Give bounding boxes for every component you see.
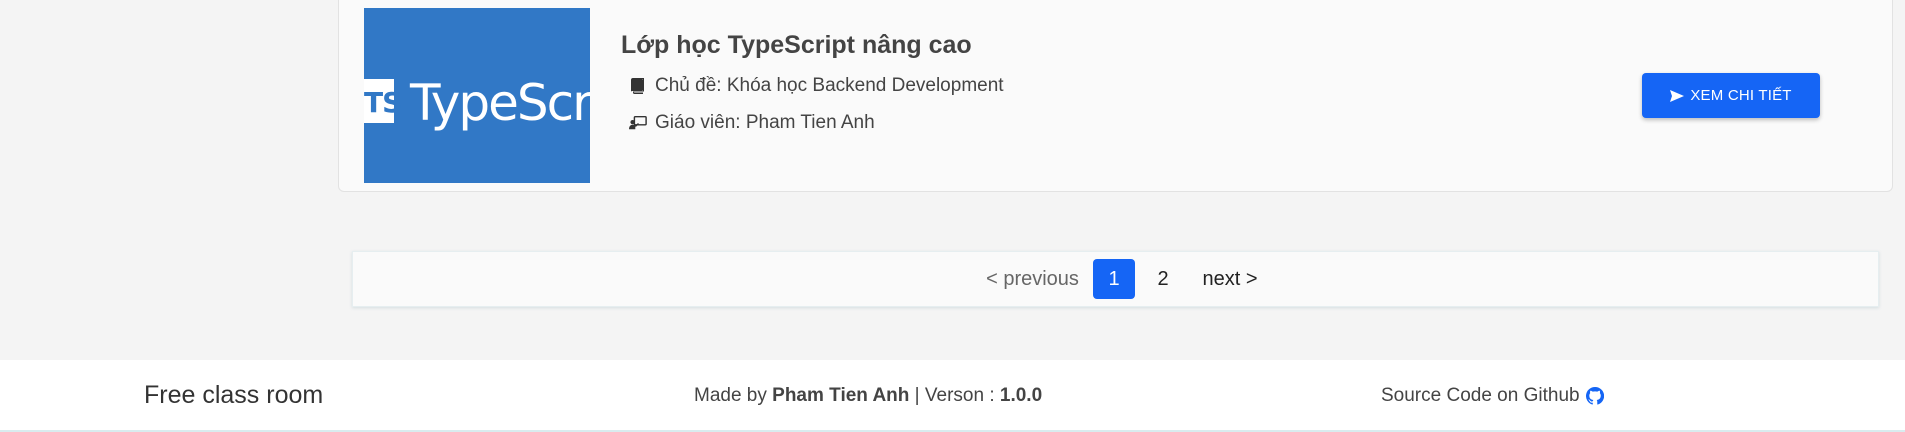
- course-topic: Chủ đề: Khóa học Backend Development: [629, 75, 1004, 97]
- view-detail-label: XEM CHI TIẾT: [1690, 87, 1792, 104]
- version-number: 1.0.0: [999, 385, 1043, 406]
- send-icon: [1670, 89, 1685, 102]
- course-teacher: Giáo viên: Pham Tien Anh: [629, 112, 875, 134]
- course-topic-text: Chủ đề: Khóa học Backend Development: [655, 75, 1004, 96]
- course-thumbnail[interactable]: TS TypeScript: [364, 8, 590, 183]
- author-name: Pham Tien Anh: [772, 385, 910, 406]
- footer: Free class room Made by Pham Tien Anh | …: [0, 360, 1905, 432]
- view-detail-button[interactable]: XEM CHI TIẾT: [1642, 73, 1820, 118]
- course-teacher-text: Giáo viên: Pham Tien Anh: [655, 112, 875, 133]
- pagination: < previous 1 2 next >: [352, 251, 1879, 307]
- pagination-page-1[interactable]: 1: [1093, 259, 1135, 299]
- footer-credits: Made by Pham Tien Anh | Verson : 1.0.0: [694, 385, 1042, 407]
- footer-brand: Free class room: [144, 381, 324, 409]
- github-icon: [1585, 387, 1604, 405]
- book-icon: [629, 77, 647, 95]
- pagination-previous[interactable]: < previous: [970, 259, 1095, 299]
- course-title: Lớp học TypeScript nâng cao: [621, 31, 972, 59]
- pagination-page-2[interactable]: 2: [1143, 259, 1183, 299]
- github-source-text: Source Code on Github: [1381, 385, 1580, 406]
- pagination-next[interactable]: next >: [1187, 259, 1273, 299]
- typescript-logo-word: TypeScript: [410, 74, 590, 132]
- typescript-logo-badge: TS: [364, 79, 402, 123]
- made-by-prefix: Made by: [694, 385, 773, 406]
- course-card: TS TypeScript Lớp học TypeScript nâng ca…: [338, 0, 1893, 192]
- github-source-link[interactable]: Source Code on Github: [1381, 385, 1604, 407]
- chalkboard-teacher-icon: [629, 114, 647, 132]
- version-prefix: | Verson :: [909, 385, 1000, 406]
